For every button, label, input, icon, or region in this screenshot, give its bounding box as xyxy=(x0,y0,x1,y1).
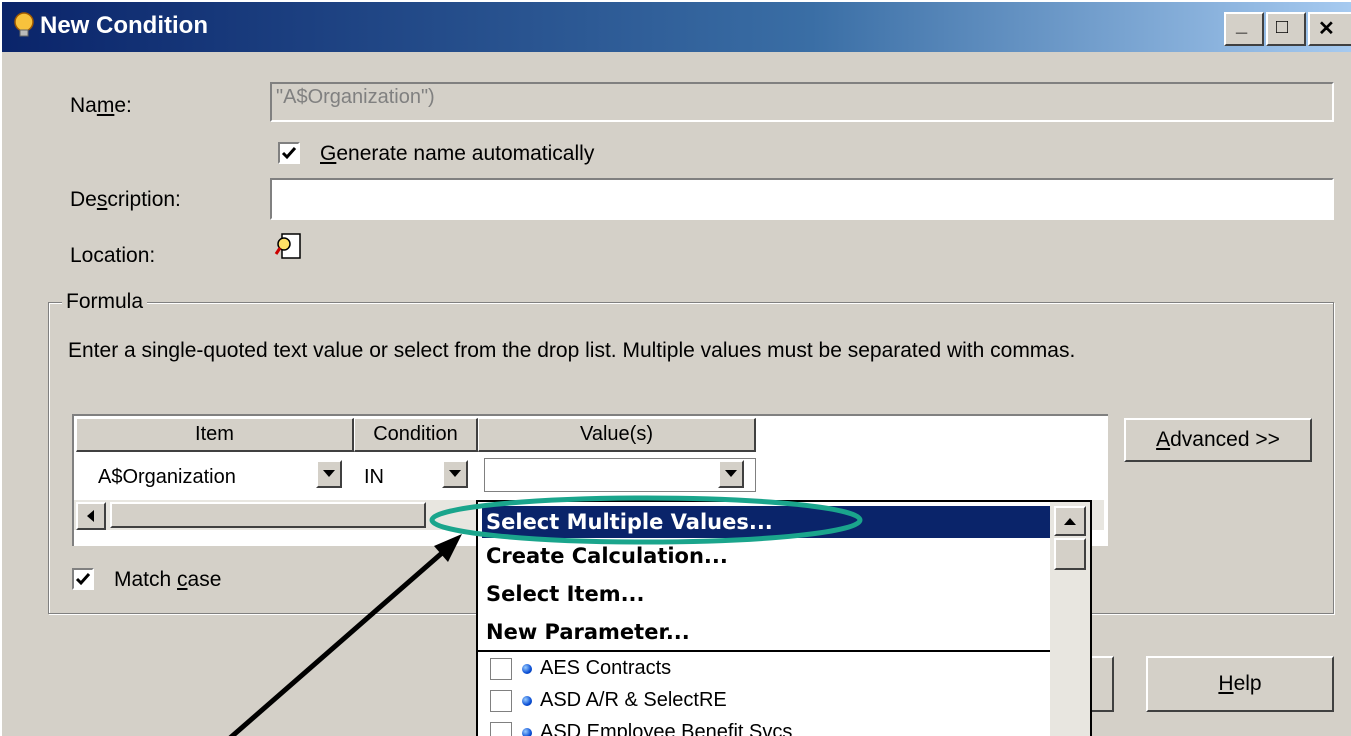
annotation-arrow-shaft xyxy=(228,544,452,736)
highlight-ellipse xyxy=(429,495,863,545)
new-condition-dialog: New Condition _ □ ✕ Name: "A$Organizatio… xyxy=(0,0,1351,736)
annotation-overlay xyxy=(228,495,863,736)
